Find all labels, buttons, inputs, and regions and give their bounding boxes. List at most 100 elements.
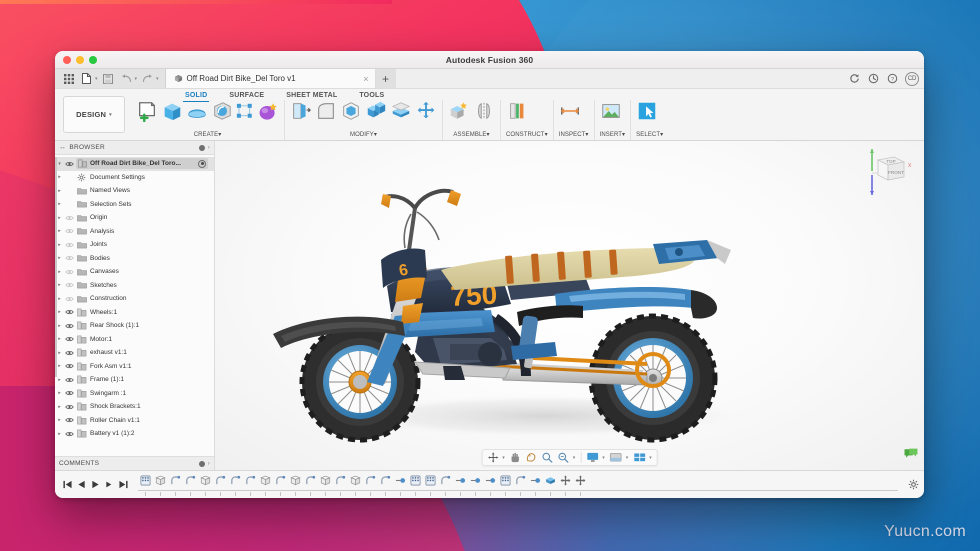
app-grid-icon[interactable] — [61, 71, 76, 86]
redo-menu-caret-icon[interactable]: ▾ — [156, 76, 159, 82]
display-settings-caret-icon[interactable]: ▾ — [601, 455, 607, 461]
tree-expander-icon[interactable]: ▸ — [55, 431, 64, 437]
tree-expander-icon[interactable]: ▸ — [55, 377, 64, 383]
timeline-feature-8[interactable] — [243, 473, 258, 496]
tree-row-exhaust-v1-1[interactable]: ▸ exhaust v1:1 — [55, 346, 214, 360]
panel-assemble-label[interactable]: ASSEMBLE▾ — [448, 131, 495, 139]
avatar[interactable]: CD — [905, 71, 919, 86]
play-button[interactable] — [91, 476, 100, 494]
redo-icon[interactable] — [140, 71, 155, 86]
grid-snaps-icon[interactable] — [608, 451, 624, 464]
tree-row-sketches[interactable]: ▸ Sketches — [55, 279, 214, 293]
fillet-icon[interactable] — [315, 100, 337, 122]
tree-visibility-icon[interactable] — [64, 323, 75, 329]
tab-sheet-metal[interactable]: SHEET METAL — [284, 91, 339, 102]
form-icon[interactable] — [257, 100, 279, 122]
pin-icon[interactable]: ↔ — [59, 144, 66, 151]
tree-visibility-icon[interactable] — [64, 404, 75, 410]
document-tab[interactable]: Off Road Dirt Bike_Del Toro v1 × — [165, 69, 376, 88]
timeline-feature-2[interactable] — [153, 473, 168, 496]
tree-visibility-icon[interactable] — [64, 363, 75, 369]
tree-root-activate-radio[interactable] — [198, 159, 206, 168]
tree-expander-icon[interactable]: ▸ — [55, 404, 64, 410]
new-tab-button[interactable]: + — [375, 69, 396, 88]
timeline-feature-24[interactable] — [483, 473, 498, 496]
timeline-feature-6[interactable] — [213, 473, 228, 496]
tab-solid[interactable]: SOLID — [183, 91, 210, 102]
joint-icon[interactable] — [473, 100, 495, 122]
file-new-icon[interactable] — [79, 71, 94, 86]
browser-scrollbar[interactable] — [55, 157, 57, 377]
tree-row-rear-shock-1-1[interactable]: ▸ Rear Shock (1):1 — [55, 319, 214, 333]
timeline-feature-20[interactable] — [423, 473, 438, 496]
timeline-feature-4[interactable] — [183, 473, 198, 496]
job-status-icon[interactable] — [865, 70, 882, 87]
tree-visibility-icon[interactable] — [64, 417, 75, 423]
timeline-feature-14[interactable] — [333, 473, 348, 496]
timeline-feature-16[interactable] — [363, 473, 378, 496]
tree-row-wheels-1[interactable]: ▸ Wheels:1 — [55, 306, 214, 320]
tree-row-selection-sets[interactable]: ▸ Selection Sets — [55, 198, 214, 212]
tree-row-analysis[interactable]: ▸ Analysis — [55, 225, 214, 239]
orbit-caret-icon[interactable]: ▾ — [501, 455, 507, 461]
offset-plane-icon[interactable] — [506, 100, 528, 122]
move-copy-icon[interactable] — [415, 100, 437, 122]
comments-options-icon[interactable] — [198, 460, 205, 467]
zoom-window-icon[interactable] — [540, 451, 555, 464]
tree-row-fork-asm-v1-1[interactable]: ▸ Fork Asm v1:1 — [55, 360, 214, 374]
jump-end-button[interactable] — [119, 476, 128, 494]
pattern-icon[interactable] — [236, 100, 254, 122]
press-pull-icon[interactable] — [290, 100, 312, 122]
timeline-feature-12[interactable] — [303, 473, 318, 496]
grid-snaps-caret-icon[interactable]: ▾ — [625, 455, 631, 461]
step-forward-button[interactable] — [105, 476, 114, 494]
viewport-canvas[interactable]: TOP FRONT X 750 6 ▾ ▾ ▾ ▾ ▾ — [215, 141, 924, 470]
viewports-caret-icon[interactable]: ▾ — [648, 455, 654, 461]
viewports-icon[interactable] — [631, 451, 647, 464]
tree-visibility-icon[interactable] — [64, 282, 75, 288]
view-cube[interactable]: TOP FRONT X — [852, 145, 914, 201]
timeline-feature-26[interactable] — [513, 473, 528, 496]
timeline-feature-7[interactable] — [228, 473, 243, 496]
zoom-fit-icon[interactable] — [556, 451, 571, 464]
tab-tools[interactable]: TOOLS — [357, 91, 386, 102]
combine-icon[interactable] — [365, 100, 387, 122]
timeline-feature-11[interactable] — [288, 473, 303, 496]
tree-row-canvases[interactable]: ▸ Canvases — [55, 265, 214, 279]
timeline-feature-27[interactable] — [528, 473, 543, 496]
tree-row-origin[interactable]: ▸ Origin — [55, 211, 214, 225]
timeline-feature-25[interactable] — [498, 473, 513, 496]
timeline-feature-5[interactable] — [198, 473, 213, 496]
tree-visibility-icon[interactable] — [64, 377, 75, 383]
timeline-feature-28[interactable] — [543, 473, 558, 496]
jump-start-button[interactable] — [63, 476, 72, 494]
orbit-icon[interactable] — [485, 451, 500, 464]
tree-expander-icon[interactable]: ▸ — [55, 390, 64, 396]
timeline-settings-gear-icon[interactable] — [906, 478, 920, 492]
undo-icon[interactable] — [119, 71, 134, 86]
sweep-icon[interactable] — [211, 100, 233, 122]
panel-construct-label[interactable]: CONSTRUCT▾ — [506, 131, 548, 139]
look-at-icon[interactable] — [524, 451, 539, 464]
timeline-feature-15[interactable] — [348, 473, 363, 496]
tree-visibility-icon[interactable] — [64, 242, 75, 248]
file-menu-caret-icon[interactable]: ▾ — [95, 76, 98, 82]
help-icon[interactable]: ? — [884, 70, 901, 87]
comments-collapse-icon[interactable]: › — [208, 461, 210, 467]
display-settings-icon[interactable] — [584, 451, 600, 464]
zoom-fit-caret-icon[interactable]: ▾ — [572, 455, 578, 461]
tree-row-motor-1[interactable]: ▸ Motor:1 — [55, 333, 214, 347]
revolve-icon[interactable] — [186, 100, 208, 122]
panel-select-label[interactable]: SELECT▾ — [636, 131, 663, 139]
tree-root-visibility-icon[interactable] — [64, 161, 75, 167]
refresh-icon[interactable] — [846, 70, 863, 87]
select-cursor-icon[interactable] — [636, 100, 658, 122]
timeline-feature-23[interactable] — [468, 473, 483, 496]
save-icon[interactable] — [101, 71, 116, 86]
tree-row-roller-chain-v1-1[interactable]: ▸ Roller Chain v1:1 — [55, 414, 214, 428]
pan-icon[interactable] — [508, 451, 523, 464]
create-sketch-icon[interactable] — [136, 100, 158, 122]
timeline-feature-13[interactable] — [318, 473, 333, 496]
dirt-bike-model[interactable]: 750 6 — [255, 166, 815, 456]
tree-row-frame-1-1[interactable]: ▸ Frame (1):1 — [55, 373, 214, 387]
